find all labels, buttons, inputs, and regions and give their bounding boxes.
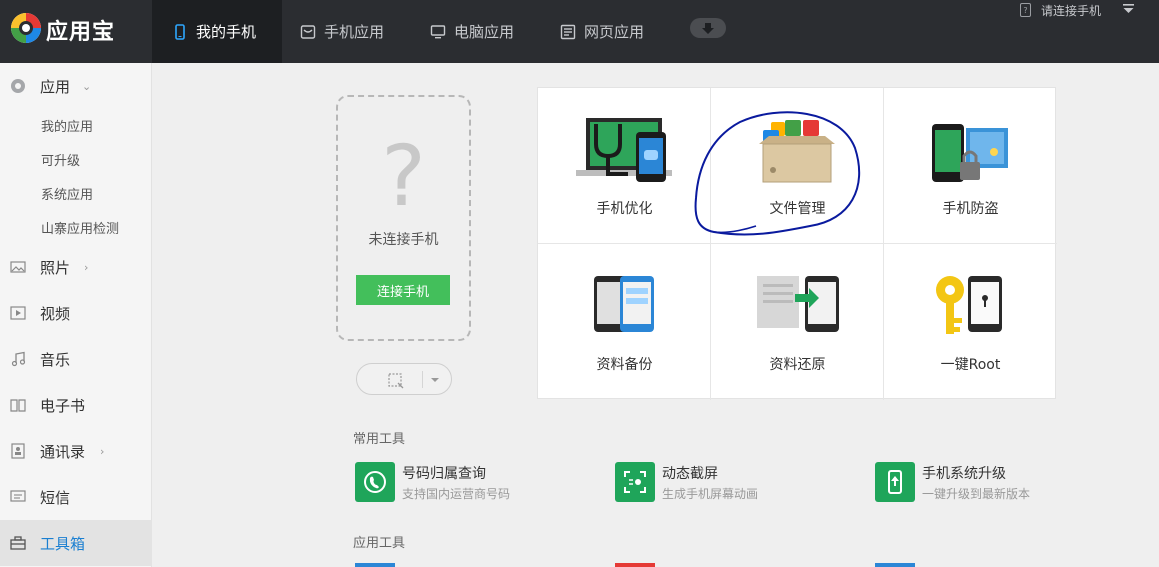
tool-label: 资料还原 [769, 357, 826, 373]
phone-lookup-icon [355, 462, 395, 502]
connect-status[interactable]: ? 请连接手机 [1020, 2, 1101, 18]
top-bar: 应用宝 我的手机 手机应用 电脑应用 网页应用 ? 请连接手机 [0, 0, 1159, 63]
app-title: 应用宝 [46, 20, 116, 45]
sidebar-sub-upgradable[interactable]: 可升级 [41, 150, 80, 169]
divider [422, 371, 423, 388]
sidebar-item-ebooks[interactable]: 电子书 [0, 382, 152, 428]
main-menu-button[interactable] [1120, 0, 1138, 18]
sidebar-item-photos[interactable]: 照片 › [0, 244, 152, 290]
sidebar-item-label: 短信 [40, 488, 71, 507]
section-title-common: 常用工具 [353, 432, 406, 447]
phone-icon [172, 23, 188, 40]
screenshot-split-button[interactable] [356, 363, 452, 395]
tool-label: 手机防盗 [942, 201, 999, 217]
sidebar-item-sms[interactable]: 短信 [0, 474, 152, 520]
app-tool-icon-partial[interactable] [615, 563, 655, 567]
tab-label: 我的手机 [196, 23, 257, 41]
sidebar-item-apps[interactable]: 应用 ⌄ [0, 63, 152, 109]
sms-icon [10, 489, 26, 505]
sidebar-item-label: 电子书 [40, 396, 86, 415]
download-manager-button[interactable] [690, 18, 726, 38]
app-icon [10, 78, 26, 94]
connect-phone-button[interactable]: 连接手机 [356, 275, 450, 305]
photo-icon [10, 259, 26, 275]
sidebar-item-label: 视频 [40, 304, 71, 323]
anti-theft-icon [932, 124, 1008, 182]
restore-icon [757, 276, 839, 332]
chevron-right-icon: › [100, 444, 105, 458]
phone-app-icon [300, 24, 316, 40]
phone-unknown-icon: ? [1020, 3, 1031, 17]
music-icon [10, 351, 26, 367]
toolbox-icon [10, 535, 26, 551]
tool-restore[interactable]: 资料还原 [711, 244, 884, 400]
tool-label: 一键Root [940, 357, 1001, 373]
section-title-app-tools: 应用工具 [353, 536, 406, 551]
unknown-device-icon: ? [381, 127, 426, 225]
quick-tool-desc: 生成手机屏幕动画 [662, 487, 759, 501]
sidebar-sub-system-apps[interactable]: 系统应用 [41, 184, 93, 203]
tool-anti-theft[interactable]: 手机防盗 [884, 88, 1057, 244]
tab-web-apps[interactable]: 网页应用 [560, 0, 644, 63]
chevron-down-icon[interactable] [430, 376, 440, 384]
sidebar-item-contacts[interactable]: 通讯录 › [0, 428, 152, 474]
screenshot-icon[interactable] [387, 372, 405, 390]
app-tool-icon-partial[interactable] [875, 563, 915, 567]
quick-tool-title: 动态截屏 [662, 466, 718, 482]
quick-tool-desc: 支持国内运营商号码 [402, 487, 511, 501]
quick-tool-number-lookup[interactable]: 号码归属查询 支持国内运营商号码 [355, 462, 575, 502]
sidebar-item-toolbox[interactable]: 工具箱 [0, 520, 152, 566]
screen-capture-icon [615, 462, 655, 502]
sidebar-item-label: 照片 [40, 258, 71, 277]
tab-my-phone[interactable]: 我的手机 [152, 0, 282, 63]
tab-label: 电脑应用 [454, 23, 515, 41]
sidebar: 应用 ⌄ 我的应用 可升级 系统应用 山寨应用检测 照片 › 视频 音乐 电子书… [0, 63, 152, 567]
quick-tool-desc: 一键升级到最新版本 [922, 487, 1031, 501]
tool-label: 资料备份 [596, 357, 653, 373]
quick-tool-title: 手机系统升级 [922, 466, 1006, 482]
webpage-icon [560, 24, 576, 40]
annotation-circle [694, 111, 861, 236]
download-icon [702, 23, 714, 34]
sidebar-item-music[interactable]: 音乐 [0, 336, 152, 382]
menu-dropdown-icon [1123, 4, 1134, 13]
tool-label: 手机优化 [596, 201, 653, 217]
monitor-icon [430, 24, 446, 40]
quick-tool-system-upgrade[interactable]: 手机系统升级 一键升级到最新版本 [875, 462, 1095, 502]
tool-phone-optimize[interactable]: 手机优化 [538, 88, 711, 244]
book-icon [10, 397, 26, 413]
contacts-icon [10, 443, 26, 459]
connect-status-text: 请连接手机 [1041, 3, 1102, 18]
chevron-down-icon: ⌄ [82, 79, 92, 93]
video-icon [10, 305, 26, 321]
tab-phone-apps[interactable]: 手机应用 [300, 0, 384, 63]
quick-tool-title: 号码归属查询 [402, 466, 486, 482]
tab-label: 手机应用 [324, 23, 385, 41]
quick-tool-dynamic-screenshot[interactable]: 动态截屏 生成手机屏幕动画 [615, 462, 835, 502]
sidebar-item-label: 应用 [40, 77, 71, 96]
backup-icon [594, 276, 654, 332]
tool-backup[interactable]: 资料备份 [538, 244, 711, 400]
root-key-icon [936, 276, 1002, 334]
sidebar-sub-my-apps[interactable]: 我的应用 [41, 116, 93, 135]
app-logo: 应用宝 [10, 10, 150, 50]
tab-pc-apps[interactable]: 电脑应用 [430, 0, 514, 63]
sidebar-item-label: 工具箱 [40, 534, 86, 553]
tab-label: 网页应用 [584, 23, 645, 41]
device-placeholder: ? 未连接手机 连接手机 [336, 95, 471, 341]
sidebar-sub-fake-app-check[interactable]: 山寨应用检测 [41, 218, 119, 237]
system-upgrade-icon [875, 462, 915, 502]
phone-optimize-icon [576, 118, 672, 182]
yingyongbao-logo-icon [11, 13, 41, 43]
app-tool-icon-partial[interactable] [355, 563, 395, 567]
device-status: 未连接手机 [368, 232, 439, 248]
tool-one-key-root[interactable]: 一键Root [884, 244, 1057, 400]
sidebar-item-video[interactable]: 视频 [0, 290, 152, 336]
sidebar-item-label: 通讯录 [40, 442, 86, 461]
chevron-right-icon: › [84, 260, 89, 274]
sidebar-item-label: 音乐 [40, 350, 71, 369]
